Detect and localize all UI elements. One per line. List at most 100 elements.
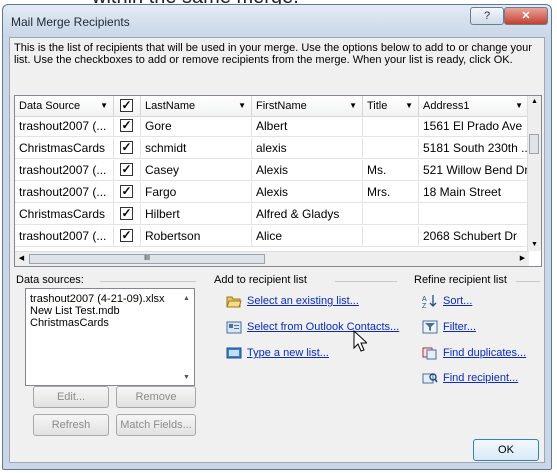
cell-source: trashout2007 (... — [15, 116, 114, 137]
column-header-address1[interactable]: Address1 ▼ — [419, 96, 529, 116]
cell-last: schmidt — [141, 138, 252, 159]
scroll-up-icon[interactable]: ▲ — [183, 295, 190, 302]
scroll-down-icon[interactable]: ▼ — [183, 374, 190, 381]
grid-header: Data Source ▼ ✓ LastName ▼ FirstName ▼ Titl… — [15, 96, 529, 117]
include-checkbox[interactable]: ✓ — [120, 163, 133, 176]
list-item[interactable]: New List Test.mdb — [26, 305, 194, 317]
scroll-thumb[interactable] — [529, 134, 539, 154]
table-row[interactable]: trashout2007 (... ✓ Robertson Alice 2068 Sch… — [15, 226, 529, 247]
list-item[interactable]: trashout2007 (4-21-09).xlsx — [26, 293, 194, 305]
cell-source: ChristmasCards — [15, 204, 114, 225]
cell-last: Gore — [141, 116, 252, 137]
cell-source: ChristmasCards — [15, 138, 114, 159]
vertical-scrollbar[interactable]: ▲ ▼ — [527, 96, 541, 251]
find-duplicates-link[interactable]: Find duplicates... — [443, 347, 526, 359]
refine-section-label: Refine recipient list — [414, 274, 507, 286]
include-cell: ✓ — [114, 116, 141, 137]
column-header-label: Data Source — [19, 100, 81, 112]
table-row[interactable]: trashout2007 (... ✓ Casey Alexis Ms. 521 Will… — [15, 160, 529, 181]
cell-title — [363, 204, 419, 225]
scroll-down-icon[interactable]: ▼ — [528, 239, 541, 251]
include-cell: ✓ — [114, 204, 141, 225]
table-row[interactable]: trashout2007 (... ✓ Fargo Alexis Mrs. 18 Main… — [15, 182, 529, 203]
column-header-lastname[interactable]: LastName ▼ — [141, 96, 252, 116]
cell-source: trashout2007 (... — [15, 226, 114, 247]
cell-last: Hilbert — [141, 204, 252, 225]
select-outlook-contacts-link[interactable]: Select from Outlook Contacts... — [247, 321, 399, 333]
open-folder-icon — [226, 296, 242, 308]
ok-button[interactable]: OK — [473, 439, 539, 461]
column-header-label: Title — [367, 100, 388, 112]
close-button[interactable]: ✕ — [504, 7, 548, 25]
list-item[interactable]: ChristmasCards — [26, 317, 194, 329]
mail-merge-dialog: Mail Merge Recipients ? ✕ This is the li… — [2, 4, 552, 470]
cell-address: 2068 Schubert Dr — [419, 226, 529, 247]
dialog-title: Mail Merge Recipients — [11, 15, 130, 29]
remove-button[interactable]: Remove — [116, 386, 196, 408]
new-list-icon — [226, 347, 242, 359]
filter-icon — [422, 320, 438, 334]
cell-title — [363, 226, 419, 247]
filter-link[interactable]: Filter... — [443, 321, 476, 333]
add-section-label: Add to recipient list — [214, 274, 307, 286]
cell-last: Fargo — [141, 182, 252, 203]
table-row[interactable]: ChristmasCards ✓ schmidt alexis 5181 South 2… — [15, 138, 529, 159]
cell-first: Albert — [252, 116, 363, 137]
scroll-right-icon[interactable]: ▶ — [516, 252, 529, 266]
divider — [516, 281, 540, 282]
cell-address: 5181 South 230th ... — [419, 138, 529, 159]
include-checkbox[interactable]: ✓ — [120, 229, 133, 242]
sort-icon: A Z — [422, 295, 437, 308]
list-scrollbar[interactable]: ▲ ▼ — [180, 289, 194, 385]
include-checkbox[interactable]: ✓ — [120, 185, 133, 198]
chevron-down-icon: ▼ — [405, 101, 413, 110]
divider — [100, 281, 196, 282]
chevron-down-icon: ▼ — [238, 101, 246, 110]
svg-text:Z: Z — [422, 303, 427, 308]
include-cell: ✓ — [114, 160, 141, 181]
cell-first: Alfred & Gladys — [252, 204, 363, 225]
include-checkbox[interactable]: ✓ — [120, 207, 133, 220]
chevron-down-icon: ▼ — [349, 101, 357, 110]
cell-address: 18 Main Street — [419, 182, 529, 203]
chevron-down-icon: ▼ — [515, 101, 523, 110]
scroll-left-icon[interactable]: ◀ — [15, 252, 28, 266]
cell-title — [363, 116, 419, 137]
refresh-button[interactable]: Refresh — [33, 414, 109, 436]
find-recipient-icon — [422, 373, 438, 384]
column-header-label: Address1 — [423, 100, 470, 112]
data-sources-list[interactable]: trashout2007 (4-21-09).xlsx New List Tes… — [25, 288, 195, 386]
cell-first: alexis — [252, 138, 363, 159]
scroll-thumb[interactable]: III — [29, 254, 265, 264]
dialog-body: This is the list of recipients that will… — [9, 37, 545, 463]
include-checkbox[interactable]: ✓ — [120, 141, 133, 154]
cell-address: 521 Willow Bend Dr — [419, 160, 529, 181]
column-header-firstname[interactable]: FirstName ▼ — [252, 96, 363, 116]
horizontal-scrollbar[interactable]: ◀ III ▶ — [15, 251, 529, 266]
include-cell: ✓ — [114, 226, 141, 247]
cell-address: 1561 El Prado Ave — [419, 116, 529, 137]
column-header-label: FirstName — [256, 100, 307, 112]
column-header-label: LastName — [145, 100, 196, 112]
cell-source: trashout2007 (... — [15, 160, 114, 181]
chevron-down-icon: ▼ — [100, 101, 108, 110]
recipient-grid: Data Source ▼ ✓ LastName ▼ FirstName ▼ Titl… — [14, 95, 542, 267]
svg-text:A: A — [422, 296, 427, 303]
column-header-data-source[interactable]: Data Source ▼ — [15, 96, 114, 116]
check-all-checkbox[interactable]: ✓ — [120, 99, 133, 112]
include-checkbox[interactable]: ✓ — [120, 119, 133, 132]
mouse-pointer-icon — [353, 330, 367, 352]
scroll-up-icon[interactable]: ▲ — [528, 96, 541, 108]
contacts-icon — [226, 321, 242, 334]
help-button[interactable]: ? — [470, 7, 504, 25]
table-row[interactable]: ChristmasCards ✓ Hilbert Alfred & Gladys — [15, 204, 529, 225]
sort-link[interactable]: Sort... — [443, 295, 472, 307]
match-fields-button[interactable]: Match Fields... — [116, 414, 196, 436]
select-existing-list-link[interactable]: Select an existing list... — [247, 295, 359, 307]
table-row[interactable]: trashout2007 (... ✓ Gore Albert 1561 El Prad… — [15, 116, 529, 137]
edit-button[interactable]: Edit... — [33, 386, 109, 408]
column-header-title[interactable]: Title ▼ — [363, 96, 419, 116]
find-recipient-link[interactable]: Find recipient... — [443, 372, 518, 384]
column-header-select-all[interactable]: ✓ — [114, 96, 141, 116]
type-new-list-link[interactable]: Type a new list... — [247, 347, 329, 359]
